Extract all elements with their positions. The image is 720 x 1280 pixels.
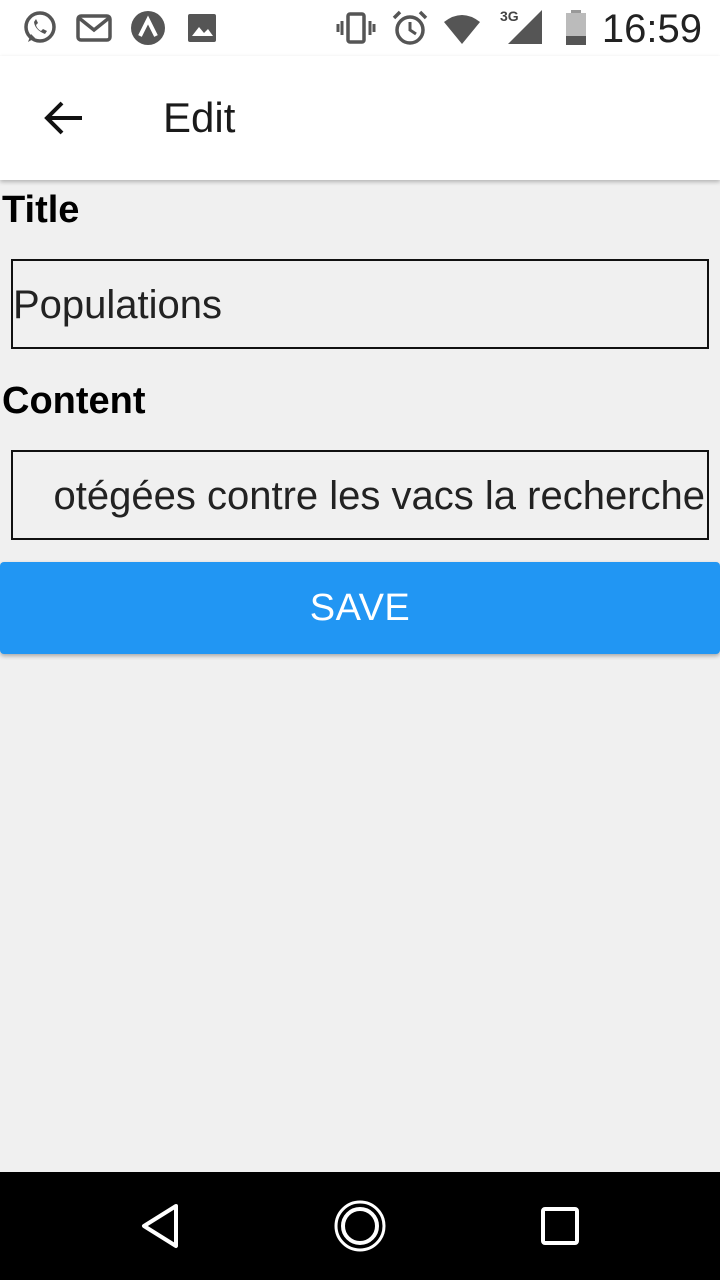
gmail-icon (76, 14, 112, 42)
battery-icon (566, 10, 586, 45)
navigation-bar (0, 1172, 720, 1280)
content-label: Content (2, 380, 146, 422)
content-field-value: otégées contre les vacs la recherche (53, 474, 705, 518)
image-icon (188, 14, 216, 42)
signal-icon (508, 10, 542, 44)
vibrate-icon (336, 12, 376, 44)
title-field-value: Populations (13, 283, 223, 327)
back-triangle-icon[interactable] (130, 1196, 190, 1256)
back-button[interactable] (26, 80, 102, 156)
whatsapp-icon (24, 11, 56, 43)
arrow-left-icon (44, 101, 82, 135)
alarm-icon (392, 10, 428, 45)
wifi-icon (444, 15, 480, 44)
content-field[interactable]: otégées contre les vacs la recherche (11, 450, 709, 540)
title-field[interactable]: Populations (11, 259, 709, 349)
clock-time: 16:59 (601, 7, 702, 51)
save-button[interactable]: SAVE (0, 562, 720, 654)
save-button-label: SAVE (309, 586, 411, 629)
page-title: Edit (163, 94, 236, 141)
app-bar: Edit (0, 56, 720, 180)
recents-square-icon[interactable] (530, 1196, 590, 1256)
status-bar: 3G 16:59 (0, 0, 720, 56)
home-circle-icon[interactable] (330, 1196, 390, 1256)
app-icon (131, 11, 165, 45)
title-label: Title (2, 189, 80, 231)
